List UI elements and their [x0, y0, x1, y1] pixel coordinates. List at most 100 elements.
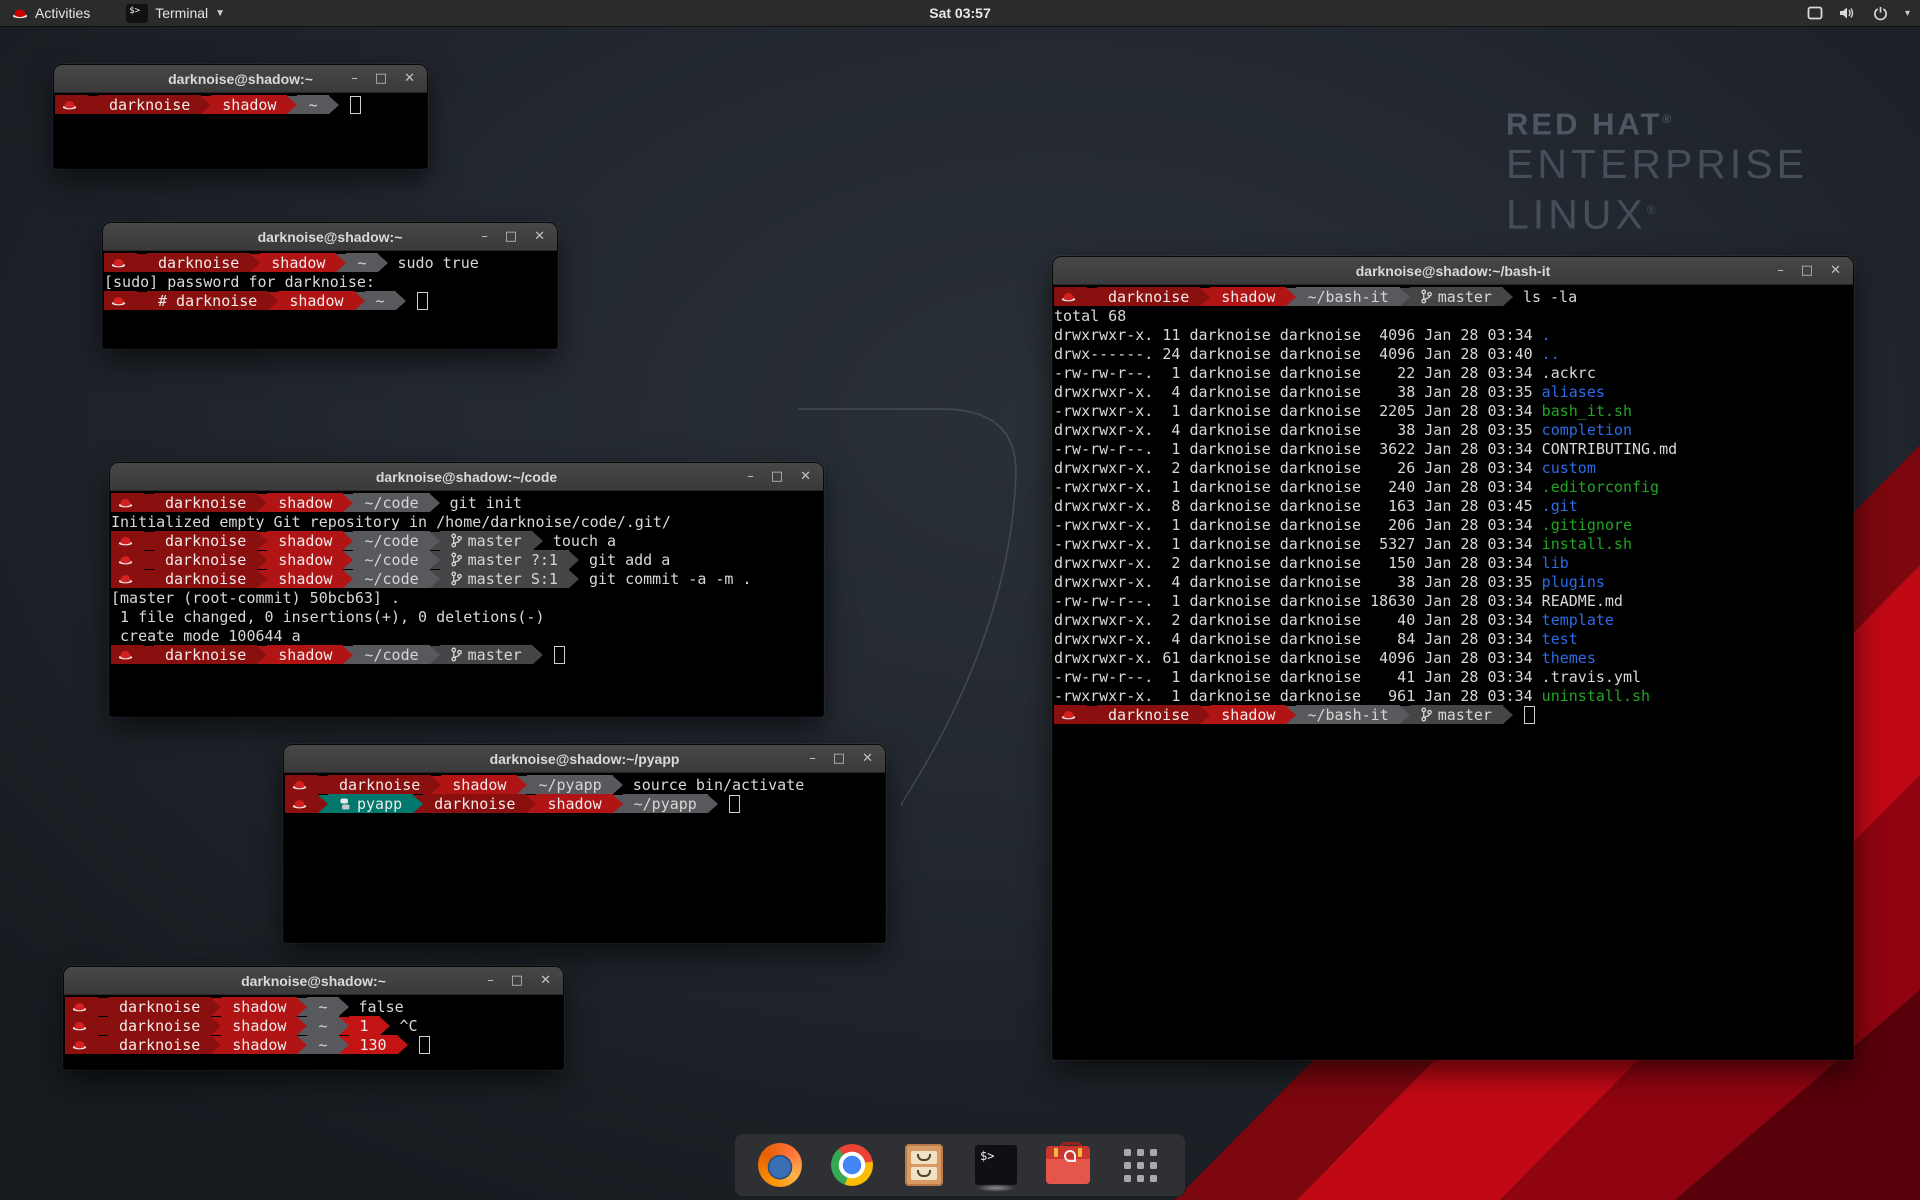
maximize-button[interactable]: □	[505, 230, 517, 243]
close-button[interactable]: ✕	[540, 974, 551, 987]
window-titlebar[interactable]: darknoise@shadow:~ – □ ✕	[54, 65, 427, 93]
app-menu-label: Terminal	[155, 5, 208, 21]
rhel-wallpaper-logo: RED HAT® ENTERPRISE LINUX®	[1506, 102, 1808, 238]
powerline-separator	[396, 292, 406, 310]
maximize-button[interactable]: □	[511, 974, 523, 987]
terminal-line: 1 file changed, 0 insertions(+), 0 delet…	[111, 607, 823, 626]
output-text: Initialized empty Git repository in /hom…	[111, 513, 671, 531]
window-titlebar[interactable]: darknoise@shadow:~/code – □ ✕	[110, 463, 823, 491]
powerline-separator	[257, 570, 267, 588]
terminal-line: drwxrwxr-x. 4 darknoise darknoise 38 Jan…	[1054, 382, 1853, 401]
minimize-button[interactable]: –	[481, 230, 488, 243]
powerline-separator	[613, 795, 623, 813]
output-text: create mode 100644 a	[111, 627, 301, 645]
window-titlebar[interactable]: darknoise@shadow:~ – □ ✕	[64, 967, 563, 995]
git-branch-icon	[1421, 289, 1432, 304]
red-hat-icon	[111, 257, 126, 268]
dock-toolbox-button[interactable]	[1045, 1142, 1091, 1188]
prompt-segment-user: darknoise	[154, 550, 257, 569]
terminal-line: darknoiseshadow~1^C	[65, 1016, 563, 1035]
output-text: [master (root-commit) 50bcb63] .	[111, 589, 400, 607]
window-title: darknoise@shadow:~/bash-it	[1356, 263, 1551, 279]
powerline-separator	[297, 1036, 307, 1054]
window-title: darknoise@shadow:~/code	[376, 469, 557, 485]
maximize-button[interactable]: □	[1801, 264, 1813, 277]
terminal-content[interactable]: darknoiseshadow~sudo true[sudo] password…	[103, 251, 557, 348]
window-titlebar[interactable]: darknoise@shadow:~/bash-it – □ ✕	[1053, 257, 1853, 285]
executable-name: .editorconfig	[1542, 478, 1659, 496]
powerline-separator	[343, 494, 353, 512]
powerline-separator	[430, 646, 440, 664]
powerline-separator	[211, 998, 221, 1016]
prompt-segment-user: # darknoise	[147, 291, 268, 310]
close-button[interactable]: ✕	[800, 470, 811, 483]
prompt-segment-user: darknoise	[1097, 287, 1200, 306]
terminal-line: drwxrwxr-x. 61 darknoise darknoise 4096 …	[1054, 648, 1853, 667]
powerline-separator	[517, 776, 527, 794]
minimize-button[interactable]: –	[351, 72, 358, 85]
terminal-line: drwxrwxr-x. 4 darknoise darknoise 38 Jan…	[1054, 572, 1853, 591]
powerline-separator	[257, 551, 267, 569]
terminal-content[interactable]: darknoiseshadow~/pyappsource bin/activat…	[284, 773, 885, 942]
activities-button[interactable]: Activities	[0, 0, 102, 26]
close-button[interactable]: ✕	[404, 72, 415, 85]
maximize-button[interactable]: □	[771, 470, 783, 483]
prompt-segment-user: darknoise	[98, 95, 201, 114]
clock[interactable]: Sat 03:57	[0, 5, 1920, 21]
close-button[interactable]: ✕	[534, 230, 545, 243]
output-text: -rw-rw-r--. 1 darknoise darknoise 18630 …	[1054, 592, 1542, 610]
firefox-icon	[758, 1143, 802, 1187]
minimize-button[interactable]: –	[747, 470, 754, 483]
terminal-line: -rwxrwxr-x. 1 darknoise darknoise 206 Ja…	[1054, 515, 1853, 534]
terminal-content[interactable]: darknoiseshadow~/codegit initInitialized…	[110, 491, 823, 716]
dock-terminal-button[interactable]: $>	[973, 1142, 1019, 1188]
powerline-separator	[329, 96, 339, 114]
window-titlebar[interactable]: darknoise@shadow:~ – □ ✕	[103, 223, 557, 251]
powerline-separator	[1286, 706, 1296, 724]
output-text: 1 file changed, 0 insertions(+), 0 delet…	[111, 608, 544, 626]
directory-name: aliases	[1542, 383, 1605, 401]
powerline-separator	[613, 776, 623, 794]
terminal-line: darknoiseshadow~false	[65, 997, 563, 1016]
powerline-separator	[250, 254, 260, 272]
app-menu-terminal[interactable]: $> Terminal ▼	[116, 0, 235, 26]
prompt-segment-path: ~	[307, 1016, 338, 1035]
dock-chrome-button[interactable]	[829, 1142, 875, 1188]
powerline-separator	[380, 1017, 390, 1035]
prompt-segment-branch: master	[1410, 287, 1503, 306]
terminal-content[interactable]: darknoiseshadow~	[54, 93, 427, 168]
command-text: git commit -a -m .	[579, 570, 752, 588]
prompt-segment-host: shadow	[441, 775, 517, 794]
minimize-button[interactable]: –	[487, 974, 494, 987]
terminal-cursor	[350, 96, 361, 114]
output-text: -rw-rw-r--. 1 darknoise darknoise 22 Jan…	[1054, 364, 1542, 382]
minimize-button[interactable]: –	[1777, 264, 1784, 277]
terminal-line: darknoiseshadow~	[55, 95, 427, 114]
logo-red-hat: RED HAT	[1506, 106, 1662, 141]
command-text: touch a	[543, 532, 616, 550]
terminal-content[interactable]: darknoiseshadow~falsedarknoiseshadow~1^C…	[64, 995, 563, 1069]
toolbox-icon	[1046, 1146, 1090, 1184]
minimize-button[interactable]: –	[809, 752, 816, 765]
output-text: -rwxrwxr-x. 1 darknoise darknoise 2205 J…	[1054, 402, 1542, 420]
prompt-segment-host: shadow	[267, 645, 343, 664]
system-status-area[interactable]: ▾	[1806, 0, 1910, 26]
maximize-button[interactable]: □	[833, 752, 845, 765]
dock-firefox-button[interactable]	[757, 1142, 803, 1188]
powerline-separator	[533, 646, 543, 664]
terminal-content[interactable]: darknoiseshadow~/bash-itmasterls -latota…	[1053, 285, 1853, 1059]
prompt-segment-hat	[1054, 705, 1087, 724]
executable-name: uninstall.sh	[1542, 687, 1650, 705]
terminal-line: pyappdarknoiseshadow~/pyapp	[285, 794, 885, 813]
window-titlebar[interactable]: darknoise@shadow:~/pyapp – □ ✕	[284, 745, 885, 773]
dock-app-grid-button[interactable]	[1117, 1142, 1163, 1188]
output-text: README.md	[1542, 592, 1623, 610]
dock-files-button[interactable]	[901, 1142, 947, 1188]
prompt-segment-host: shadow	[1210, 705, 1286, 724]
close-button[interactable]: ✕	[1830, 264, 1841, 277]
close-button[interactable]: ✕	[862, 752, 873, 765]
maximize-button[interactable]: □	[375, 72, 387, 85]
output-text: -rwxrwxr-x. 1 darknoise darknoise 961 Ja…	[1054, 687, 1542, 705]
powerline-separator	[1503, 288, 1513, 306]
terminal-line: Initialized empty Git repository in /hom…	[111, 512, 823, 531]
